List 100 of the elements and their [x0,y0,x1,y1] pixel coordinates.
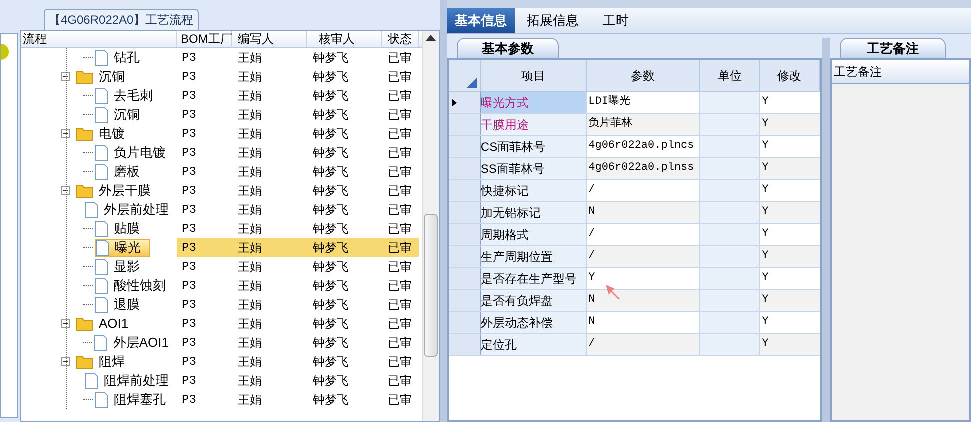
table-cell-text: 钟梦飞 [312,316,350,332]
table-cell-text: 钟梦飞 [312,106,350,124]
table-cell: 钟梦飞 [307,238,382,257]
table-cell-text: Y [761,205,770,220]
table-cell-text: 已审 [387,126,413,142]
column-header[interactable]: BOM工厂 [177,31,232,47]
column-header[interactable]: 编写人 [232,31,307,47]
table-cell-text: P3 [181,106,198,124]
table-cell: 定位孔 [480,334,587,355]
tree-node[interactable]: 钻孔 [95,48,148,66]
collapse-toggle-icon[interactable] [61,357,70,366]
tab[interactable]: 工时 [591,8,641,33]
document-icon [95,258,108,274]
column-header[interactable]: 参数 [586,60,700,91]
table-cell-text: 已审 [387,164,413,180]
table-cell-text: 已审 [387,354,413,370]
column-header[interactable]: 流程 [21,31,177,47]
table-cell-text: 已审 [387,144,413,162]
tree-node[interactable]: 外层前处理 [85,200,177,218]
collapse-toggle-icon[interactable] [61,72,70,81]
tree-node[interactable]: 负片电镀 [95,144,174,162]
tree-node[interactable]: 阻焊塞孔 [95,390,174,408]
table-cell-text: 王娟 [237,88,263,104]
table-cell-text: 已审 [387,220,413,238]
document-icon [85,202,98,218]
collapse-toggle-icon[interactable] [61,319,70,328]
folder-icon [76,184,93,198]
folder-icon [76,70,93,84]
document-icon [95,50,108,66]
table-cell-text: 王娟 [237,144,263,162]
table-cell-text: 已审 [387,68,413,86]
table-cell: 王娟 [232,238,307,257]
table-cell: 是否有负焊盘 [480,290,587,311]
tree-node[interactable]: 酸性蚀刻 [95,276,174,294]
tree-node[interactable]: 阻焊前处理 [85,372,177,390]
table-cell-text: Y [761,139,770,154]
table-cell-text: 王娟 [237,354,263,370]
collapse-toggle-icon[interactable] [61,186,70,195]
table-cell-text: Y [761,315,770,330]
table-cell-text: 钟梦飞 [312,144,350,162]
tab[interactable]: 拓展信息 [515,8,591,33]
table-cell-text: P3 [181,258,198,276]
folder-icon [76,354,93,368]
tree-node[interactable]: 外层AOI1 [94,334,177,352]
mouse-cursor-icon [605,284,621,300]
tree-node[interactable]: 磨板 [95,162,148,180]
collapse-toggle-icon[interactable] [61,129,70,138]
table-cell-text: Y [761,95,770,110]
tree-node[interactable]: 外层干膜 [76,182,159,200]
table-cell-text: 钟梦飞 [312,354,350,370]
document-icon [96,240,109,256]
document-icon [95,392,108,408]
column-header[interactable]: 核审人 [307,31,382,47]
table-cell-text: 钟梦飞 [312,372,350,390]
tree-node[interactable]: 曝光 [95,238,150,256]
tree-node[interactable]: 退膜 [95,296,148,314]
tree-node[interactable]: 显影 [95,258,148,276]
table-cell-text: Y [761,227,770,242]
table-cell-text: 钟梦飞 [312,68,350,86]
table-cell: P3 [177,238,232,257]
row-header[interactable] [449,92,481,113]
table-cell-text: Y [761,271,770,286]
table-cell-text: 钟梦飞 [312,164,350,180]
table-cell: 已审 [382,238,419,257]
table-cell-text: 已审 [387,88,413,104]
notes-tab[interactable]: 工艺备注 [840,38,946,58]
tab[interactable]: 基本信息 [447,8,515,33]
sub-tab[interactable]: 基本参数 [457,38,559,58]
document-icon [95,106,108,122]
table-cell-text: P3 [181,316,198,332]
folder-icon [76,126,93,140]
tree-node[interactable]: 沉铜 [76,68,133,86]
column-header[interactable]: 状态 [382,31,419,47]
tree-node[interactable]: 沉铜 [95,106,148,124]
column-header[interactable]: 单位 [700,60,760,91]
table-cell-text: 王娟 [237,126,263,142]
table-cell-text: P3 [181,182,198,200]
table-cell: 生产周期位置 [480,246,587,267]
table-cell-text: 王娟 [237,202,263,218]
table-cell-text: 已审 [387,182,413,200]
notes-header: 工艺备注 [832,60,969,84]
table-cell-text: P3 [181,334,198,352]
table-cell-text: 王娟 [237,278,263,294]
table-cell-text: P3 [181,202,198,218]
tree-node[interactable]: 去毛刺 [95,86,161,104]
tree-node[interactable]: 贴膜 [95,220,148,238]
tree-node[interactable]: 阻焊 [76,352,133,370]
scrollbar[interactable] [422,31,439,421]
panel-title: 【4G06R022A0】工艺流程 [44,9,199,30]
table-cell-text: 王娟 [237,220,263,238]
table-cell-text: P3 [181,88,198,104]
scrollbar-thumb[interactable] [424,214,438,357]
table-cell-text: 王娟 [237,392,263,408]
tree-node[interactable]: 电镀 [76,124,133,142]
tree-node[interactable]: AOI1 [76,314,137,332]
column-header[interactable]: 修改 [760,60,820,91]
table-cell-text: 王娟 [237,258,263,276]
column-header[interactable]: 项目 [480,60,587,91]
table-cell: CS面菲林号 [480,136,587,157]
document-icon [95,88,108,104]
